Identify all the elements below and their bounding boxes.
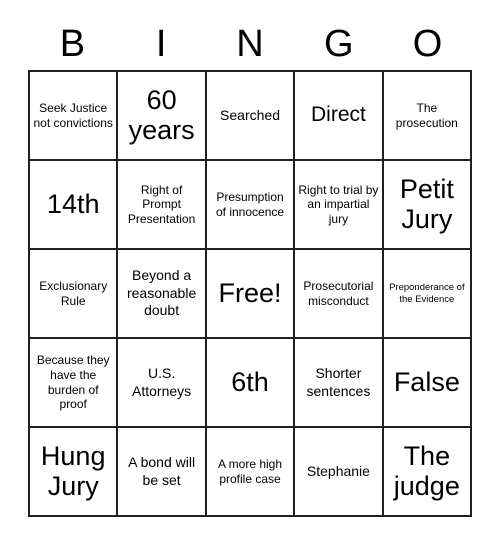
bingo-cell[interactable]: Shorter sentences <box>295 339 384 428</box>
bingo-cell[interactable]: Preponderance of the Evidence <box>383 250 473 339</box>
bingo-cell-label: The judge <box>393 440 460 501</box>
bingo-row: Hung Jury A bond will be set A more high… <box>30 428 473 517</box>
bingo-cell-label: 60 years <box>128 84 195 145</box>
bingo-header-letter-i: I <box>155 23 167 65</box>
bingo-cell-label: Preponderance of the Evidence <box>389 281 465 305</box>
bingo-header-letter-n: N <box>236 23 264 65</box>
bingo-cell[interactable]: U.S. Attorneys <box>118 339 207 428</box>
bingo-cell-label: Seek Justice not convictions <box>33 100 113 130</box>
bingo-header-letter-g: G <box>324 23 354 65</box>
bingo-cell[interactable]: The judge <box>383 428 473 517</box>
bingo-cell[interactable]: False <box>383 339 473 428</box>
bingo-row: 14th Right of Prompt Presentation Presum… <box>30 161 473 250</box>
bingo-cell-label: False <box>393 366 460 397</box>
bingo-cell-label: Exclusionary Rule <box>39 278 108 308</box>
bingo-cell[interactable]: Beyond a reasonable doubt <box>118 250 207 339</box>
bingo-cell-label: Petit Jury <box>399 173 454 234</box>
bingo-cell[interactable]: Right to trial by an impartial jury <box>295 161 384 250</box>
bingo-cell-label: 14th <box>46 188 100 219</box>
bingo-cell-label: Direct <box>311 103 366 127</box>
bingo-cell[interactable]: The prosecution <box>383 72 473 161</box>
bingo-cell[interactable]: Prosecutorial misconduct <box>295 250 384 339</box>
bingo-cell-label: Searched <box>220 106 280 123</box>
bingo-header-letter-b: B <box>59 23 86 65</box>
bingo-cell[interactable]: A bond will be set <box>118 428 207 517</box>
bingo-free-cell[interactable]: Free! <box>206 250 296 339</box>
bingo-cell-label: A more high profile case <box>217 456 283 486</box>
bingo-cell-label: Stephanie <box>306 462 370 479</box>
bingo-row: Exclusionary Rule Beyond a reasonable do… <box>30 250 473 339</box>
bingo-cell[interactable]: Because they have the burden of proof <box>30 339 119 428</box>
bingo-cell[interactable]: Hung Jury <box>30 428 119 517</box>
bingo-cell-label: Presumption of innocence <box>215 189 285 219</box>
bingo-cell[interactable]: Direct <box>295 72 384 161</box>
bingo-cell[interactable]: 6th <box>206 339 296 428</box>
bingo-cell[interactable]: Searched <box>206 72 296 161</box>
bingo-cell-label: Prosecutorial misconduct <box>303 278 374 308</box>
bingo-cell[interactable]: Stephanie <box>295 428 384 517</box>
bingo-row: Seek Justice not convictions 60 years Se… <box>30 72 473 161</box>
bingo-cell[interactable]: Right of Prompt Presentation <box>118 161 207 250</box>
bingo-cell-label: Because they have the burden of proof <box>36 353 110 412</box>
bingo-cell[interactable]: Exclusionary Rule <box>30 250 119 339</box>
bingo-cell[interactable]: 60 years <box>118 72 207 161</box>
bingo-cell-label: Right to trial by an impartial jury <box>298 182 379 226</box>
bingo-cell[interactable]: Petit Jury <box>383 161 473 250</box>
bingo-cell-label: Free! <box>218 277 282 308</box>
bingo-cell[interactable]: 14th <box>30 161 119 250</box>
bingo-grid: Seek Justice not convictions 60 years Se… <box>28 70 473 517</box>
bingo-cell-label: Hung Jury <box>40 440 106 501</box>
bingo-header-row: B I N G O <box>28 18 472 70</box>
bingo-cell[interactable]: Presumption of innocence <box>206 161 296 250</box>
bingo-cell-label: Shorter sentences <box>306 365 371 399</box>
bingo-cell-label: Beyond a reasonable doubt <box>126 267 197 319</box>
bingo-cell-label: A bond will be set <box>128 454 196 488</box>
bingo-cell-label: U.S. Attorneys <box>132 365 192 399</box>
bingo-card: B I N G O Seek Justice not convictions 6… <box>28 18 473 518</box>
bingo-row: Because they have the burden of proof U.… <box>30 339 473 428</box>
bingo-cell-label: The prosecution <box>395 100 458 130</box>
bingo-cell[interactable]: A more high profile case <box>206 428 296 517</box>
bingo-header-letter-o: O <box>412 23 443 65</box>
bingo-cell-label: 6th <box>231 366 269 397</box>
bingo-cell-label: Right of Prompt Presentation <box>127 182 196 226</box>
bingo-cell[interactable]: Seek Justice not convictions <box>30 72 119 161</box>
